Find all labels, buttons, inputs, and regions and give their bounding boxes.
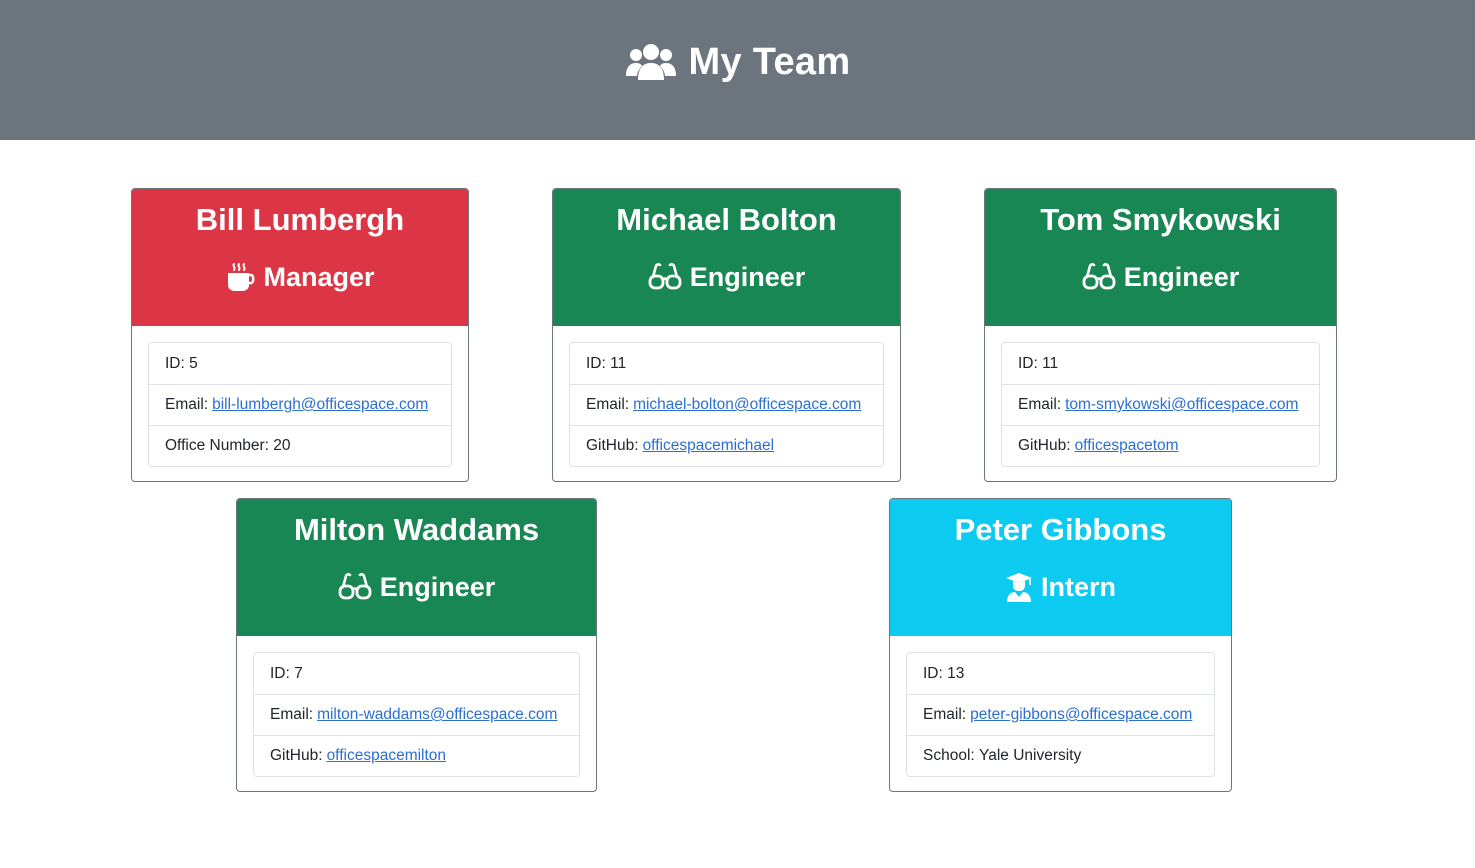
id-row: ID: 7 xyxy=(254,653,579,694)
email-label: Email: xyxy=(165,396,209,413)
employee-role-label: Intern xyxy=(1040,572,1116,602)
glasses-icon xyxy=(648,263,682,291)
employee-card-engineer: Milton Waddams Engineer ID: 7 Email: milt… xyxy=(236,498,597,792)
card-header: Michael Bolton Engineer xyxy=(553,189,900,326)
id-label: ID: xyxy=(270,664,290,682)
card-body: ID: 11 Email: tom-smykowski@officespace.c… xyxy=(985,326,1336,481)
employee-role-label: Engineer xyxy=(1123,262,1240,292)
employee-name: Peter Gibbons xyxy=(954,512,1167,547)
school-label: School: xyxy=(923,747,975,764)
email-link[interactable]: milton-waddams@officespace.com xyxy=(317,706,557,724)
email-row: Email: bill-lumbergh@officespace.com xyxy=(149,384,451,425)
info-list: ID: 13 Email: peter-gibbons@officespace.c… xyxy=(906,652,1215,777)
card-body: ID: 13 Email: peter-gibbons@officespace.c… xyxy=(890,636,1231,791)
card-header: Peter Gibbons Intern xyxy=(890,499,1231,636)
email-row: Email: michael-bolton@officespace.com xyxy=(570,384,883,425)
id-value: 7 xyxy=(294,664,303,682)
card-body: ID: 11 Email: michael-bolton@officespace.… xyxy=(553,326,900,481)
card-body: ID: 5 Email: bill-lumbergh@officespace.co… xyxy=(132,326,468,481)
email-link[interactable]: michael-bolton@officespace.com xyxy=(633,396,861,414)
office-number-row: Office Number: 20 xyxy=(149,425,451,466)
id-row: ID: 11 xyxy=(1002,343,1319,384)
employee-name: Michael Bolton xyxy=(616,202,837,237)
github-link[interactable]: officespacemichael xyxy=(643,437,775,455)
id-row: ID: 5 xyxy=(149,343,451,384)
github-label: GitHub: xyxy=(270,747,323,764)
id-label: ID: xyxy=(165,354,185,372)
id-row: ID: 13 xyxy=(907,653,1214,694)
github-row: GitHub: officespacetom xyxy=(1002,425,1319,466)
github-row: GitHub: officespacemilton xyxy=(254,735,579,776)
github-link[interactable]: officespacetom xyxy=(1075,437,1179,455)
id-label: ID: xyxy=(1018,354,1038,372)
email-link[interactable]: tom-smykowski@officespace.com xyxy=(1065,396,1298,414)
info-list: ID: 11 Email: michael-bolton@officespace.… xyxy=(569,342,884,467)
email-link[interactable]: bill-lumbergh@officespace.com xyxy=(212,396,428,414)
employee-name: Milton Waddams xyxy=(293,512,540,547)
employee-role-label: Engineer xyxy=(379,572,496,602)
card-header: Milton Waddams Engineer xyxy=(237,499,596,636)
email-row: Email: milton-waddams@officespace.com xyxy=(254,694,579,735)
school-value: Yale University xyxy=(979,747,1082,764)
github-label: GitHub: xyxy=(586,437,639,454)
card-header: Bill Lumbergh Manager xyxy=(132,189,468,326)
github-label: GitHub: xyxy=(1018,437,1071,454)
email-label: Email: xyxy=(1018,396,1062,413)
employee-role: Engineer xyxy=(985,251,1336,303)
office-number-value: 20 xyxy=(273,437,291,454)
office-number-label: Office Number: xyxy=(165,437,269,454)
glasses-icon xyxy=(1082,263,1116,291)
id-value: 5 xyxy=(189,354,198,372)
id-label: ID: xyxy=(586,354,606,372)
page-title-text: My Team xyxy=(688,40,851,83)
employee-role: Intern xyxy=(890,561,1231,613)
employee-role: Engineer xyxy=(553,251,900,303)
employee-card-manager: Bill Lumbergh Manager ID: 5 Email: bill-l… xyxy=(131,188,469,482)
employee-role: Manager xyxy=(132,251,468,303)
github-link[interactable]: officespacemilton xyxy=(327,747,446,765)
id-row: ID: 11 xyxy=(570,343,883,384)
page-title: My Team xyxy=(625,41,851,84)
employee-name: Tom Smykowski xyxy=(1040,202,1281,237)
email-label: Email: xyxy=(270,706,314,723)
id-value: 11 xyxy=(1042,354,1059,372)
employee-card-intern: Peter Gibbons Intern ID: 13 Email: peter-… xyxy=(889,498,1232,792)
page-header: My Team xyxy=(0,0,1475,140)
email-label: Email: xyxy=(586,396,630,413)
school-row: School: Yale University xyxy=(907,735,1214,776)
employee-card-engineer: Michael Bolton Engineer ID: 11 Email: mic… xyxy=(552,188,901,482)
glasses-icon xyxy=(338,573,372,601)
email-row: Email: tom-smykowski@officespace.com xyxy=(1002,384,1319,425)
info-list: ID: 5 Email: bill-lumbergh@officespace.co… xyxy=(148,342,452,467)
employee-role: Engineer xyxy=(237,561,596,613)
info-list: ID: 11 Email: tom-smykowski@officespace.c… xyxy=(1001,342,1320,467)
employee-name: Bill Lumbergh xyxy=(195,202,405,237)
email-row: Email: peter-gibbons@officespace.com xyxy=(907,694,1214,735)
users-icon xyxy=(625,42,677,82)
card-body: ID: 7 Email: milton-waddams@officespace.c… xyxy=(237,636,596,791)
employee-role-label: Manager xyxy=(263,262,375,292)
info-list: ID: 7 Email: milton-waddams@officespace.c… xyxy=(253,652,580,777)
card-header: Tom Smykowski Engineer xyxy=(985,189,1336,326)
employee-role-label: Engineer xyxy=(689,262,806,292)
user-graduate-icon xyxy=(1005,572,1033,602)
employee-card-engineer: Tom Smykowski Engineer ID: 11 Email: tom-… xyxy=(984,188,1337,482)
email-link[interactable]: peter-gibbons@officespace.com xyxy=(970,706,1192,724)
github-row: GitHub: officespacemichael xyxy=(570,425,883,466)
id-label: ID: xyxy=(923,664,943,682)
email-label: Email: xyxy=(923,706,967,723)
mug-hot-icon xyxy=(225,262,255,292)
id-value: 11 xyxy=(610,354,627,372)
id-value: 13 xyxy=(947,664,965,682)
